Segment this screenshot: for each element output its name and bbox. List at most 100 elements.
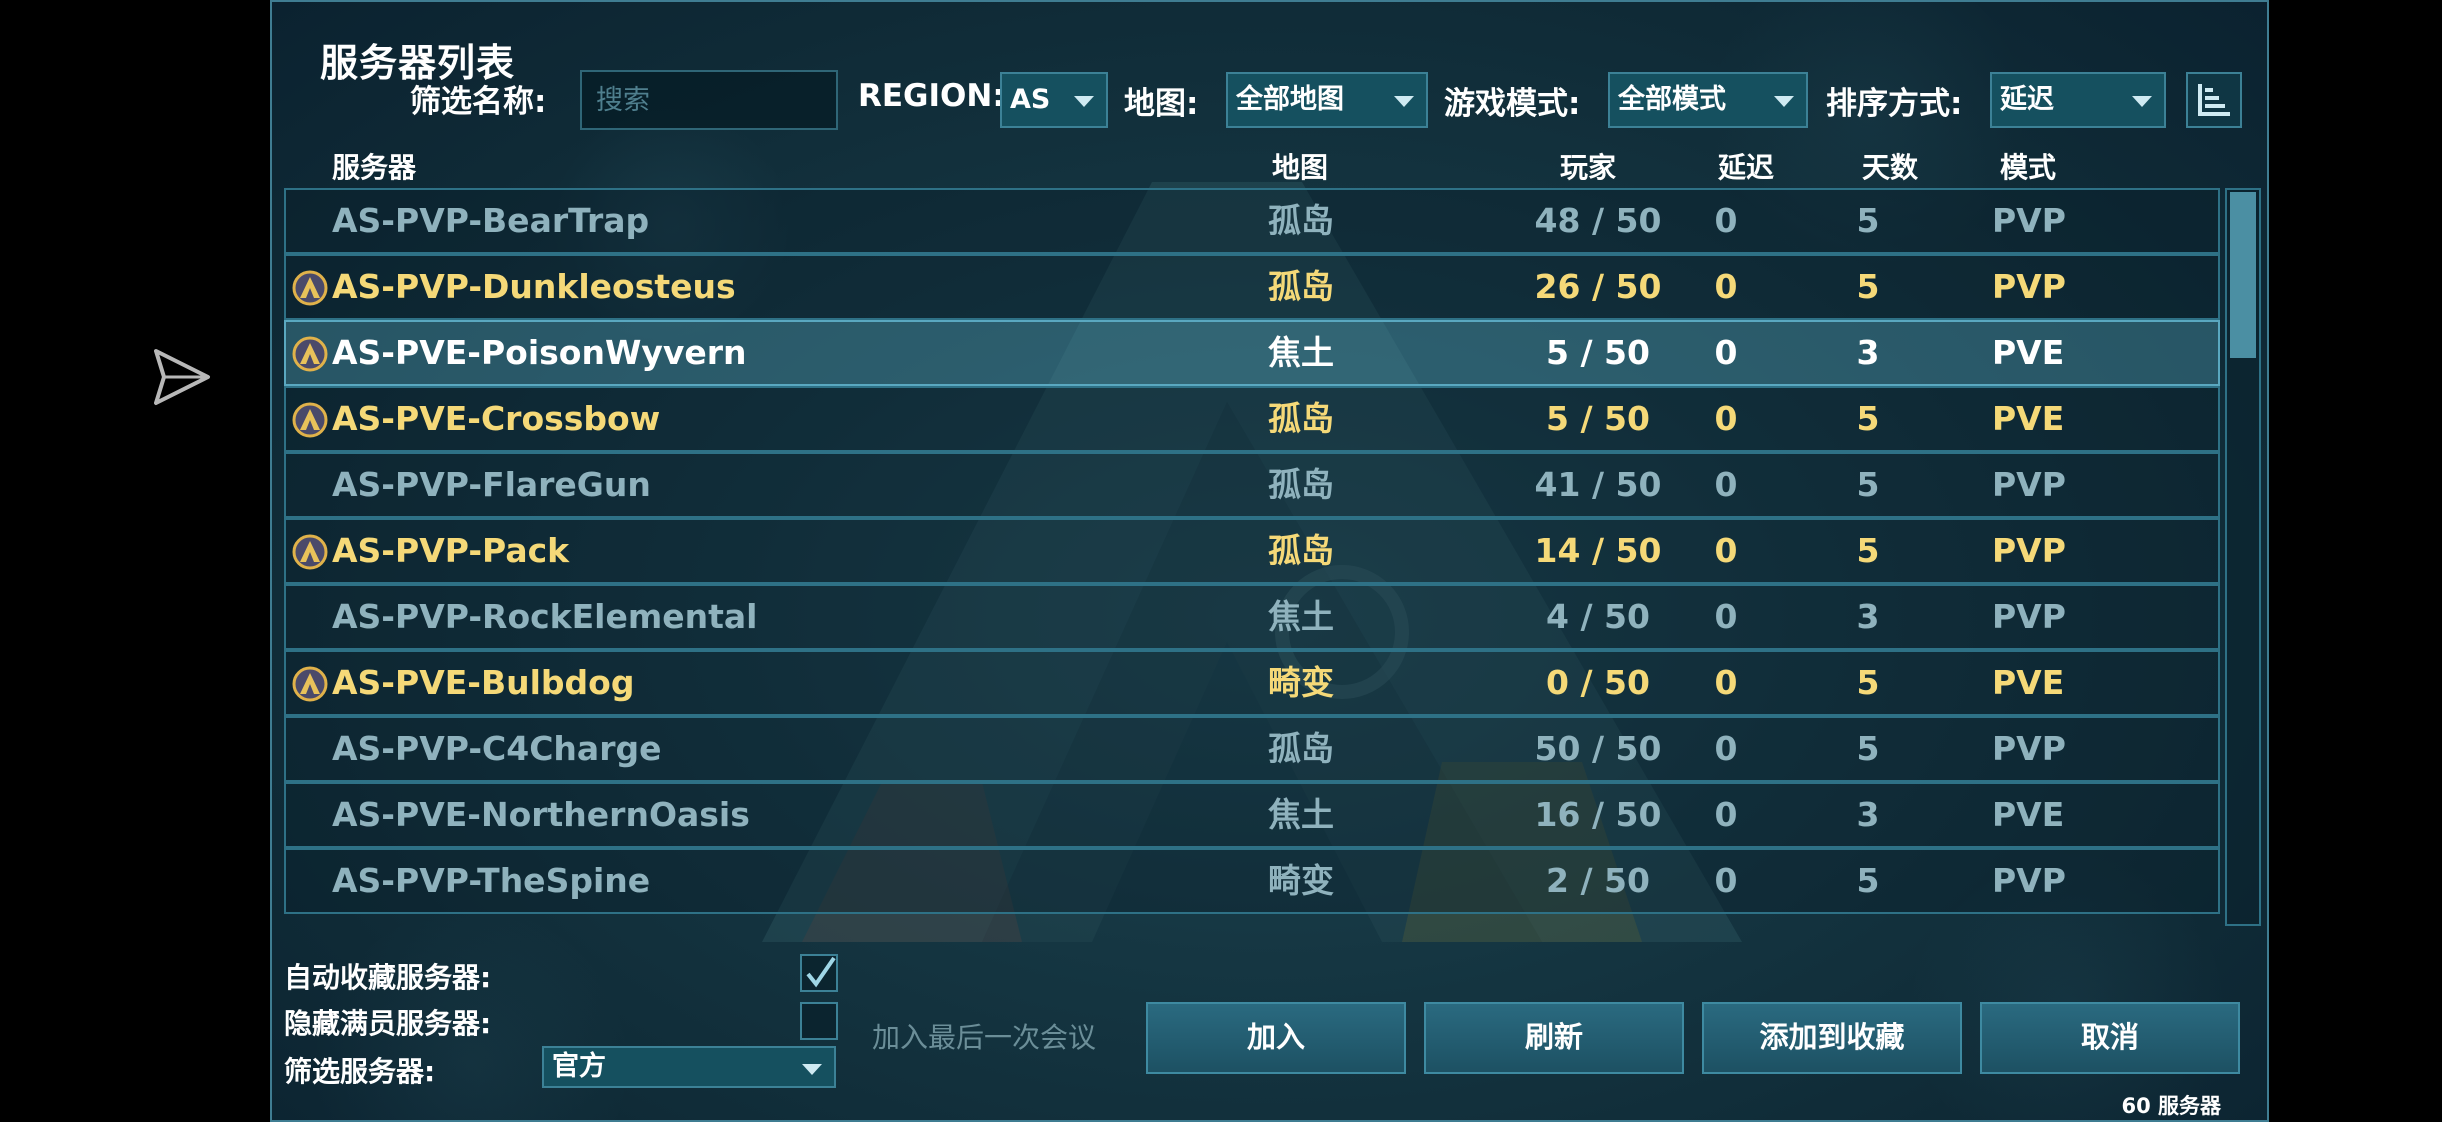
server-players: 4 / 50	[1546, 597, 1650, 636]
map-dropdown[interactable]: 全部地图	[1226, 72, 1428, 128]
server-map: 孤岛	[1268, 729, 1334, 768]
server-name: AS-PVP-Pack	[332, 531, 570, 570]
server-players: 26 / 50	[1534, 267, 1662, 306]
search-input[interactable]	[580, 70, 838, 130]
server-name: AS-PVP-TheSpine	[332, 861, 651, 900]
server-ping: 0	[1714, 465, 1738, 504]
table-row[interactable]: AS-PVP-C4Charge 孤岛 50 / 50 0 5 PVP	[284, 716, 2220, 782]
auto-favorite-checkbox[interactable]	[800, 954, 838, 992]
server-table: AS-PVP-BearTrap 孤岛 48 / 50 0 5 PVP AS-PV…	[284, 188, 2220, 926]
server-days: 3	[1856, 333, 1880, 372]
filter-server-dropdown[interactable]: 官方	[542, 1046, 836, 1088]
server-name: AS-PVE-Crossbow	[332, 399, 661, 438]
server-name: AS-PVE-NorthernOasis	[332, 795, 750, 834]
server-map: 焦土	[1268, 333, 1334, 372]
server-ping: 0	[1714, 861, 1738, 900]
server-mode: PVP	[1992, 861, 2066, 900]
server-days: 5	[1856, 861, 1880, 900]
column-header-ping[interactable]: 延迟	[1718, 146, 1774, 186]
server-days: 5	[1856, 663, 1880, 702]
chevron-down-icon	[2132, 96, 2152, 107]
server-ping: 0	[1714, 663, 1738, 702]
sort-dropdown[interactable]: 延迟	[1990, 72, 2166, 128]
server-map: 孤岛	[1268, 465, 1334, 504]
table-scrollbar[interactable]	[2225, 188, 2261, 926]
server-name: AS-PVE-Bulbdog	[332, 663, 635, 702]
table-row[interactable]: AS-PVP-Pack 孤岛 14 / 50 0 5 PVP	[284, 518, 2220, 584]
table-row[interactable]: AS-PVP-BearTrap 孤岛 48 / 50 0 5 PVP	[284, 188, 2220, 254]
server-ping: 0	[1714, 399, 1738, 438]
server-players: 0 / 50	[1546, 663, 1650, 702]
server-map: 焦土	[1268, 597, 1334, 636]
chevron-down-icon	[802, 1064, 822, 1075]
server-mode: PVE	[1992, 663, 2065, 702]
server-map: 焦土	[1268, 795, 1334, 834]
table-row[interactable]: AS-PVP-TheSpine 畸变 2 / 50 0 5 PVP	[284, 848, 2220, 914]
server-name: AS-PVP-BearTrap	[332, 201, 650, 240]
filter-name-label: 筛选名称:	[410, 84, 547, 120]
server-days: 3	[1856, 795, 1880, 834]
map-label: 地图:	[1124, 86, 1199, 122]
server-map: 畸变	[1268, 663, 1334, 702]
server-ping: 0	[1714, 333, 1738, 372]
region-dropdown[interactable]: AS	[1000, 72, 1108, 128]
server-mode: PVP	[1992, 729, 2066, 768]
table-row[interactable]: AS-PVE-NorthernOasis 焦土 16 / 50 0 3 PVE	[284, 782, 2220, 848]
column-header-mode[interactable]: 模式	[2000, 146, 2056, 186]
mode-dropdown[interactable]: 全部模式	[1608, 72, 1808, 128]
column-header-days[interactable]: 天数	[1862, 146, 1918, 186]
column-header-players[interactable]: 玩家	[1560, 146, 1616, 186]
server-mode: PVP	[1992, 597, 2066, 636]
filter-server-value: 官方	[552, 1051, 606, 1082]
map-value: 全部地图	[1236, 84, 1344, 115]
column-header-server[interactable]: 服务器	[332, 146, 416, 186]
server-players: 14 / 50	[1534, 531, 1662, 570]
server-mode: PVP	[1992, 267, 2066, 306]
server-players: 16 / 50	[1534, 795, 1662, 834]
table-row[interactable]: AS-PVP-Dunkleosteus 孤岛 26 / 50 0 5 PVP	[284, 254, 2220, 320]
server-name: AS-PVE-PoisonWyvern	[332, 333, 747, 372]
server-days: 5	[1856, 531, 1880, 570]
server-ping: 0	[1714, 597, 1738, 636]
server-days: 3	[1856, 597, 1880, 636]
server-mode: PVE	[1992, 795, 2065, 834]
table-row[interactable]: AS-PVE-Crossbow 孤岛 5 / 50 0 5 PVE	[284, 386, 2220, 452]
table-row[interactable]: AS-PVE-PoisonWyvern 焦土 5 / 50 0 3 PVE	[284, 320, 2220, 386]
join-button[interactable]: 加入	[1146, 1002, 1406, 1074]
cancel-button[interactable]: 取消	[1980, 1002, 2240, 1074]
server-mode: PVP	[1992, 465, 2066, 504]
join-last-session-button[interactable]: 加入最后一次会议	[872, 1016, 1096, 1056]
server-days: 5	[1856, 399, 1880, 438]
server-players: 50 / 50	[1534, 729, 1662, 768]
add-to-favorites-button[interactable]: 添加到收藏	[1702, 1002, 1962, 1074]
auto-favorite-label: 自动收藏服务器:	[284, 961, 492, 994]
official-server-badge-icon	[292, 666, 328, 702]
server-players: 2 / 50	[1546, 861, 1650, 900]
server-map: 孤岛	[1268, 267, 1334, 306]
table-row[interactable]: AS-PVE-Bulbdog 畸变 0 / 50 0 5 PVE	[284, 650, 2220, 716]
server-days: 5	[1856, 465, 1880, 504]
hide-full-checkbox[interactable]	[800, 1002, 838, 1040]
sort-label: 排序方式:	[1826, 86, 1963, 122]
mode-label: 游戏模式:	[1444, 86, 1581, 122]
server-players: 5 / 50	[1546, 333, 1650, 372]
server-name: AS-PVP-Dunkleosteus	[332, 267, 736, 306]
server-players: 41 / 50	[1534, 465, 1662, 504]
official-server-badge-icon	[292, 270, 328, 306]
table-row[interactable]: AS-PVP-RockElemental 焦土 4 / 50 0 3 PVP	[284, 584, 2220, 650]
chevron-down-icon	[1074, 96, 1094, 107]
server-mode: PVP	[1992, 201, 2066, 240]
sort-order-button[interactable]	[2186, 72, 2242, 128]
send-arrow-icon[interactable]	[150, 345, 214, 409]
server-ping: 0	[1714, 531, 1738, 570]
server-mode: PVE	[1992, 399, 2065, 438]
sort-value: 延迟	[2000, 84, 2054, 115]
refresh-button[interactable]: 刷新	[1424, 1002, 1684, 1074]
scrollbar-thumb[interactable]	[2230, 192, 2256, 358]
table-row[interactable]: AS-PVP-FlareGun 孤岛 41 / 50 0 5 PVP	[284, 452, 2220, 518]
server-mode: PVP	[1992, 531, 2066, 570]
sort-list-icon	[2198, 84, 2230, 116]
server-players: 48 / 50	[1534, 201, 1662, 240]
column-header-map[interactable]: 地图	[1272, 146, 1328, 186]
server-map: 孤岛	[1268, 201, 1334, 240]
